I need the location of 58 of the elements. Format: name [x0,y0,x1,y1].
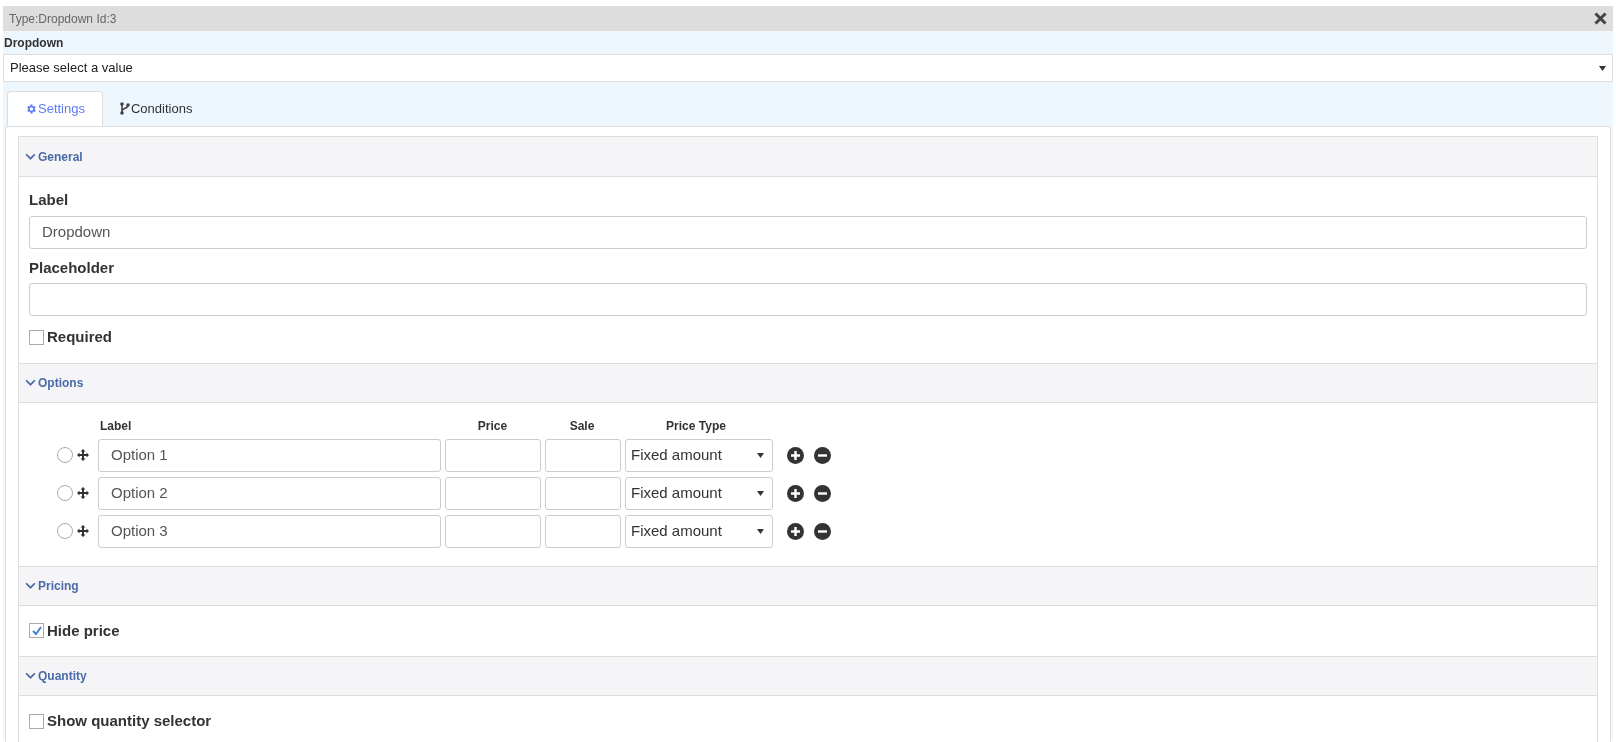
column-header: Price [476,417,509,435]
price-field[interactable] [445,476,541,510]
gear-icon [25,103,37,115]
move-icon[interactable] [77,449,89,461]
checkbox[interactable] [29,623,44,639]
price-type-select[interactable]: Fixed amount [625,438,773,472]
price-field[interactable] [445,438,541,472]
minus-circle-icon[interactable] [814,522,831,540]
plus-circle-icon[interactable] [787,484,804,502]
column-header: Price Type [665,417,727,435]
text-field[interactable]: Option 2 [98,476,441,510]
price-field[interactable] [445,514,541,548]
checkbox[interactable] [29,713,44,729]
checkbox-label: Hide price [47,620,120,641]
text-field[interactable]: Option 3 [98,514,441,548]
caret-down-icon [757,490,764,496]
price-type-select[interactable]: Fixed amount [625,514,773,548]
checkbox-label: Required [47,327,112,347]
move-icon[interactable] [77,525,89,537]
sale-field[interactable] [545,438,621,472]
radio-button[interactable] [57,523,73,539]
chevron-down-icon [25,581,36,590]
branch-icon [120,102,130,115]
section-header[interactable]: Quantity [19,656,1597,695]
caret-down-icon [1599,65,1606,71]
minus-circle-icon[interactable] [814,484,831,502]
sale-field[interactable] [545,514,621,548]
column-header: Label [100,417,133,435]
radio-button[interactable] [57,485,73,501]
section-header[interactable]: Options [19,362,1597,402]
caret-down-icon [757,528,764,534]
price-type-select[interactable]: Fixed amount [625,476,773,510]
text-field[interactable]: Dropdown [29,215,1587,249]
field-label: Label [29,190,70,210]
close-icon[interactable] [1594,12,1607,25]
field-label: Placeholder [29,257,116,278]
preview-label: Dropdown [3,35,65,52]
chevron-down-icon [25,378,36,387]
sale-field[interactable] [545,476,621,510]
checkbox-label: Show quantity selector [47,711,212,731]
text-field[interactable]: Option 1 [98,438,441,472]
chevron-down-icon [25,672,36,680]
section-header[interactable]: General [19,137,1597,176]
plus-circle-icon[interactable] [787,446,804,464]
radio-button[interactable] [57,447,73,463]
plus-circle-icon[interactable] [787,522,804,540]
chevron-down-icon [25,152,36,161]
tab[interactable]: Conditions [103,91,210,126]
column-header: Sale [568,417,596,435]
tab[interactable]: Settings [7,91,103,126]
minus-circle-icon[interactable] [814,446,831,464]
window-title: Type:Dropdown Id:3 [9,10,117,28]
move-icon[interactable] [77,487,89,499]
preview-select[interactable]: Please select a value [3,54,1613,82]
text-field[interactable] [29,283,1587,316]
caret-down-icon [757,452,764,458]
checkbox[interactable] [29,329,44,345]
section-header[interactable]: Pricing [19,565,1597,605]
